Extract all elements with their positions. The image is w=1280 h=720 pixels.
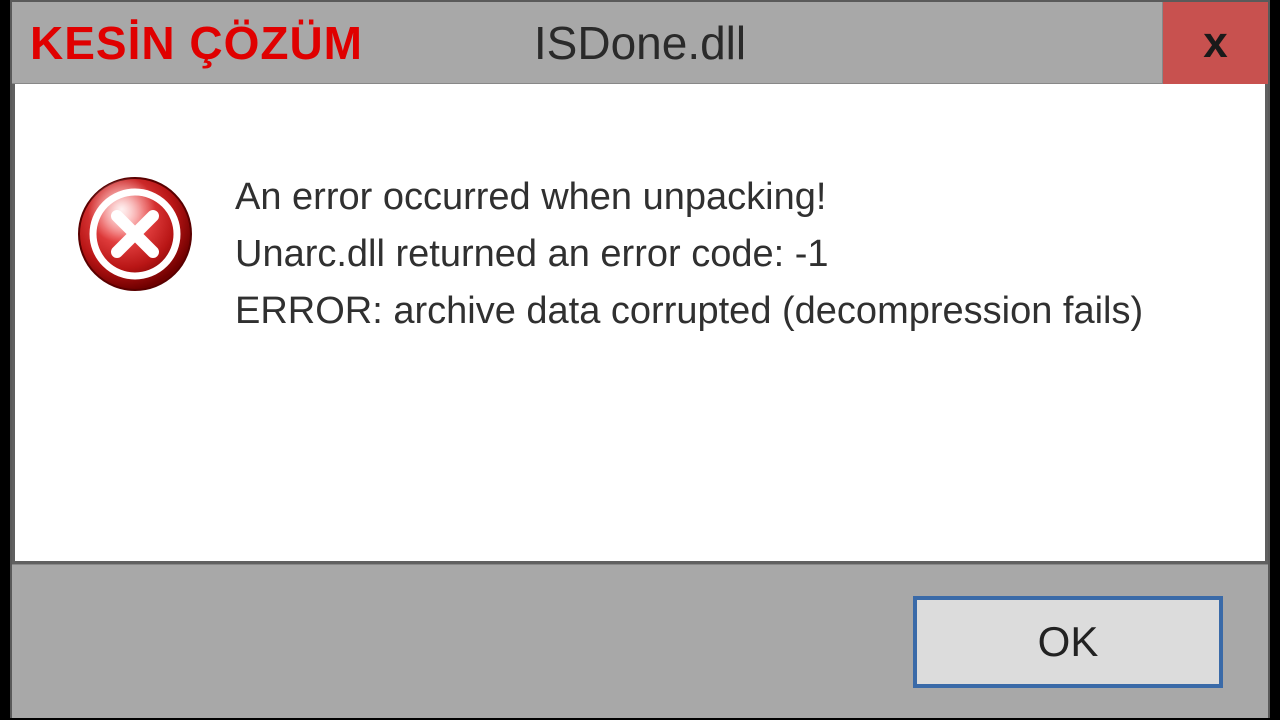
error-message: An error occurred when unpacking! Unarc.… — [235, 144, 1225, 340]
error-dialog: KESİN ÇÖZÜM ISDone.dll x — [10, 0, 1270, 718]
close-icon: x — [1203, 18, 1227, 68]
overlay-caption: KESİN ÇÖZÜM — [30, 16, 363, 70]
ok-button[interactable]: OK — [913, 596, 1223, 688]
close-button[interactable]: x — [1162, 2, 1268, 84]
message-line-2: Unarc.dll returned an error code: -1 — [235, 226, 1225, 283]
dialog-content: An error occurred when unpacking! Unarc.… — [12, 84, 1268, 564]
error-icon — [75, 174, 195, 294]
window-title: ISDone.dll — [534, 16, 746, 70]
titlebar[interactable]: KESİN ÇÖZÜM ISDone.dll x — [12, 2, 1268, 84]
message-line-1: An error occurred when unpacking! — [235, 169, 1225, 226]
message-line-3: ERROR: archive data corrupted (decompres… — [235, 283, 1225, 340]
dialog-footer: OK — [12, 564, 1268, 718]
